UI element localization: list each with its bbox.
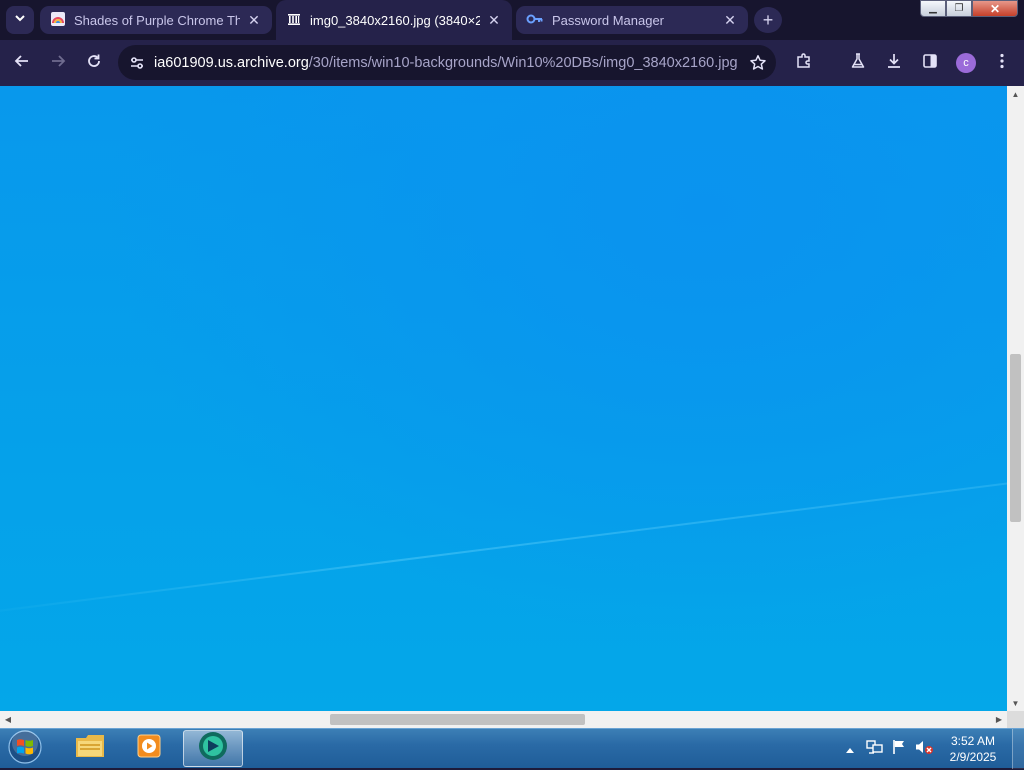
scroll-down-arrow-icon[interactable]: ▼ (1007, 695, 1024, 711)
restore-button[interactable]: ❐ (946, 0, 972, 17)
side-panel-button[interactable] (916, 49, 944, 77)
reload-icon (86, 53, 102, 74)
scrollbar-corner (1007, 711, 1024, 728)
taskbar-browser[interactable] (183, 730, 243, 767)
tab-search-button[interactable] (6, 6, 34, 34)
tab-strip: Shades of Purple Chrome Theme ✕ img0_384… (0, 0, 1024, 40)
more-vertical-icon (1000, 53, 1004, 74)
key-icon (526, 13, 544, 28)
tab-password-manager[interactable]: Password Manager ✕ (516, 6, 748, 34)
labs-button[interactable] (844, 49, 872, 77)
media-player-icon (135, 732, 163, 765)
tab-title: Shades of Purple Chrome Theme (74, 12, 240, 28)
action-center-tray-button[interactable] (888, 729, 910, 769)
site-info-icon[interactable] (120, 55, 154, 71)
close-tab-icon[interactable]: ✕ (486, 12, 502, 28)
puzzle-icon (795, 52, 813, 75)
side-panel-icon (922, 53, 938, 74)
address-bar[interactable]: ia601909.us.archive.org/30/items/win10-b… (118, 45, 776, 80)
volume-tray-button[interactable] (912, 729, 936, 769)
tab-image[interactable]: img0_3840x2160.jpg (3840×2160) ✕ (276, 0, 512, 40)
tab-title: Password Manager (552, 12, 664, 28)
new-tab-button[interactable]: + (754, 7, 782, 33)
taskbar: 3:52 AM 2/9/2025 (0, 728, 1024, 770)
chevron-down-icon (14, 11, 26, 29)
flag-icon (891, 739, 907, 760)
network-icon (866, 739, 884, 760)
reload-button[interactable] (80, 49, 108, 77)
wallpaper-light-streak (0, 471, 1007, 618)
chevron-up-icon (846, 740, 854, 758)
flask-icon (849, 52, 867, 75)
extensions-button[interactable] (790, 49, 818, 77)
system-clock[interactable]: 3:52 AM 2/9/2025 (940, 733, 1006, 765)
horizontal-scrollbar[interactable]: ◀ ▶ (0, 711, 1007, 728)
taskbar-media-player[interactable] (121, 730, 177, 767)
browser-toolbar: ia601909.us.archive.org/30/items/win10-b… (0, 40, 1024, 86)
close-window-button[interactable]: ✕ (972, 0, 1018, 17)
bookmark-star-icon[interactable] (740, 54, 776, 72)
scroll-up-arrow-icon[interactable]: ▲ (1007, 86, 1024, 102)
downloads-button[interactable] (880, 49, 908, 77)
close-tab-icon[interactable]: ✕ (246, 12, 262, 28)
download-icon (885, 52, 903, 75)
archive-icon (286, 11, 302, 30)
horizontal-scroll-thumb[interactable] (330, 714, 585, 725)
plus-icon: + (762, 9, 774, 30)
windows-orb-icon (7, 729, 43, 770)
tab-title: img0_3840x2160.jpg (3840×2160) (310, 12, 480, 28)
show-hidden-icons-button[interactable] (842, 729, 858, 769)
restore-icon: ❐ (954, 3, 964, 14)
speaker-muted-icon (914, 739, 934, 760)
forward-button[interactable] (44, 49, 72, 77)
back-button[interactable] (8, 49, 36, 77)
url-host: ia601909.us.archive.org (154, 54, 309, 71)
minimize-button[interactable]: ▁ (920, 0, 946, 17)
taskbar-file-explorer[interactable] (62, 730, 118, 767)
start-button[interactable] (5, 729, 45, 770)
browser-icon (197, 730, 229, 767)
clock-time: 3:52 AM (950, 734, 996, 748)
window-controls: ▁ ❐ ✕ (920, 0, 1018, 18)
tab-shades-of-purple[interactable]: Shades of Purple Chrome Theme ✕ (40, 6, 272, 34)
profile-avatar[interactable]: c (956, 53, 976, 73)
vertical-scroll-thumb[interactable] (1010, 354, 1021, 522)
arrow-right-icon (50, 53, 66, 74)
minimize-icon: ▁ (929, 3, 937, 14)
url-text: ia601909.us.archive.org/30/items/win10-b… (154, 55, 740, 71)
show-desktop-button[interactable] (1012, 729, 1024, 769)
close-icon: ✕ (989, 1, 1001, 16)
close-tab-icon[interactable]: ✕ (722, 12, 738, 28)
clock-date: 2/9/2025 (949, 750, 997, 764)
rainbow-icon (50, 11, 66, 30)
file-explorer-icon (74, 732, 106, 765)
menu-button[interactable] (988, 49, 1016, 77)
arrow-left-icon (14, 53, 30, 74)
scroll-right-arrow-icon[interactable]: ▶ (991, 711, 1007, 728)
url-path: /30/items/win10-backgrounds/Win10%20DBs/… (308, 54, 738, 71)
image-viewport[interactable] (0, 86, 1007, 711)
network-tray-button[interactable] (864, 729, 886, 769)
vertical-scrollbar[interactable]: ▲ ▼ (1007, 86, 1024, 711)
scroll-left-arrow-icon[interactable]: ◀ (0, 711, 16, 728)
